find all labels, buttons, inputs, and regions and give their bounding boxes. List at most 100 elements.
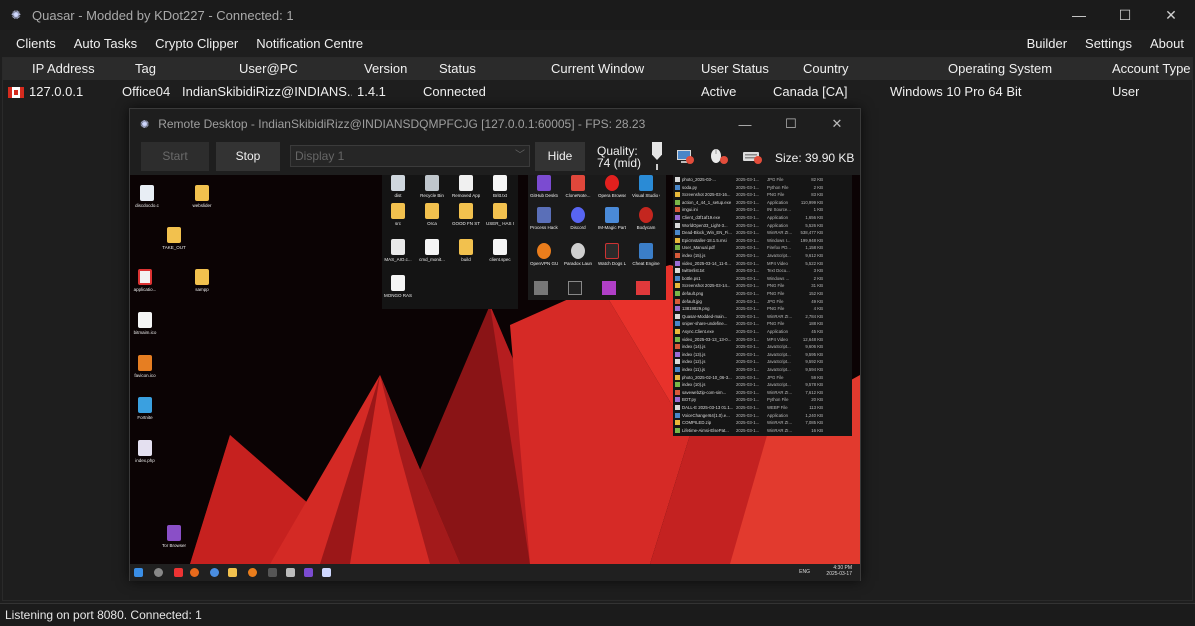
desktop-icon[interactable]: bitmaim.ico xyxy=(131,312,159,336)
quality-slider[interactable] xyxy=(650,142,662,172)
column-status[interactable]: Status xyxy=(439,58,476,80)
desktop-icon[interactable]: Watch Dogs Legion xyxy=(598,243,626,267)
rd-minimize-button[interactable]: — xyxy=(722,111,768,137)
desktop-icon[interactable]: dist xyxy=(384,175,412,199)
quasar-icon[interactable] xyxy=(322,568,331,577)
file-row[interactable]: Dead-Block_Win_EN_Fi... 2025-03-1... WinRA… xyxy=(675,229,850,236)
desktop-icon[interactable]: src xyxy=(384,203,412,227)
column-version[interactable]: Version xyxy=(364,58,407,80)
file-row[interactable]: soda.py 2025-03-1... Python File 2 KB xyxy=(675,184,850,191)
column-ip-address[interactable]: IP Address xyxy=(32,58,95,80)
desktop-icon[interactable]: OpenVPN GUI xyxy=(530,243,558,267)
file-row[interactable]: Async.Client.exe 2025-03-1... Application 4… xyxy=(675,328,850,335)
file-row[interactable]: index (10).js 2025-03-1... JavaScript... 9,… xyxy=(675,381,850,388)
desktop-icon[interactable]: TAKE_OUT xyxy=(160,227,188,251)
desktop-icon[interactable]: applicatio... xyxy=(131,269,159,293)
desktop-icon[interactable]: Cheat Engine xyxy=(632,243,660,267)
mouse-control-icon[interactable] xyxy=(672,144,696,168)
desktop-icon[interactable]: MAS_AIO.c... xyxy=(384,239,412,263)
file-row[interactable]: VoiceChanger64(1.0).e... 2025-03-1... Appl… xyxy=(675,412,850,419)
taskbar-clock[interactable]: 4:30 PM 2025-03-17 xyxy=(826,565,852,577)
rd-close-button[interactable]: ✕ xyxy=(814,111,860,137)
file-row[interactable]: video_2025-03-13_13-0... 2025-03-1... MP4 … xyxy=(675,336,850,343)
desktop-icon[interactable]: Britt.txt xyxy=(486,175,514,199)
desktop-icon[interactable]: Visual Studio Code xyxy=(632,175,660,199)
desktop-icon[interactable]: Process Hacker 2 xyxy=(530,207,558,231)
remote-screen[interactable]: discdocdo.c webslider TAKE_OUT applicati… xyxy=(130,175,860,581)
desktop-icon[interactable]: webslider xyxy=(188,185,216,209)
desktop-icon[interactable]: cmd_monit... xyxy=(418,239,446,263)
mouse-input-icon[interactable] xyxy=(706,144,730,168)
desktop-icon[interactable]: client.spec xyxy=(486,239,514,263)
file-row[interactable]: default.jpg 2025-03-1... JPG File 49 KB xyxy=(675,298,850,305)
file-row[interactable]: bottle.ps1 2025-03-1... Windows ... 2 KB xyxy=(675,275,850,282)
file-row[interactable]: index (11).js 2025-03-1... JavaScript... 9,… xyxy=(675,366,850,373)
menu-crypto-clipper[interactable]: Crypto Clipper xyxy=(146,32,247,56)
file-row[interactable]: COMPILED.zip 2025-03-1... WinRAR ZI... 7,08… xyxy=(675,419,850,426)
file-row[interactable]: WorldOpen33_Light-3... 2025-03-1... Applic… xyxy=(675,222,850,229)
file-row[interactable]: 13819829.png 2025-03-1... PNG File 4 KB xyxy=(675,305,850,312)
visual-studio-icon[interactable] xyxy=(304,568,313,577)
file-row[interactable]: sniper-share-undefine... 2025-03-1... PNG … xyxy=(675,320,850,327)
keyboard-input-icon[interactable] xyxy=(740,144,764,168)
desktop-icon[interactable]: IM-Magic Partition... xyxy=(598,207,626,231)
file-row[interactable]: Screenshot 2025-03-14... 2025-03-1... PNG … xyxy=(675,282,850,289)
app-icon[interactable] xyxy=(210,568,219,577)
desktop-icon[interactable]: build xyxy=(452,239,480,263)
file-row[interactable]: index (15).js 2025-03-1... JavaScript... 9,… xyxy=(675,252,850,259)
file-row[interactable]: imgui.ini 2025-03-1... INI Source... 1 KB xyxy=(675,206,850,213)
file-row[interactable]: Lifetime-Aimsi-ElsePat... 2025-03-1... Win… xyxy=(675,427,850,434)
app-icon[interactable] xyxy=(268,568,277,577)
file-row[interactable]: Quasar-Modded-main... 2025-03-1... WinRAR … xyxy=(675,313,850,320)
column-country[interactable]: Country xyxy=(803,58,849,80)
app-icon[interactable] xyxy=(174,568,183,577)
menu-auto-tasks[interactable]: Auto Tasks xyxy=(65,32,146,56)
file-row[interactable]: twitterlist.txt 2025-03-1... Text Docu... 3… xyxy=(675,267,850,274)
table-row[interactable]: 127.0.0.1 Office04 IndianSkibidiRizz@IND… xyxy=(3,82,1192,102)
rd-maximize-button[interactable]: ☐ xyxy=(768,111,814,137)
maximize-button[interactable]: ☐ xyxy=(1102,0,1148,30)
file-row[interactable]: photo_2025-03-... 2025-03-1... JPG File 82 … xyxy=(675,176,850,183)
file-row[interactable]: index (13).js 2025-03-1... JavaScript... 9,… xyxy=(675,351,850,358)
app-icon[interactable] xyxy=(248,568,257,577)
language-indicator[interactable]: ENG xyxy=(799,569,810,575)
desktop-icon[interactable]: Paradox Launcher v2 xyxy=(564,243,592,267)
desktop-icon[interactable]: index.php xyxy=(131,440,159,464)
desktop-icon[interactable]: CloneNote... xyxy=(564,175,592,199)
file-row[interactable]: video_2025-03-14_11-0... 2025-03-1... MP4 … xyxy=(675,260,850,267)
menu-builder[interactable]: Builder xyxy=(1018,32,1076,56)
file-row[interactable]: User_Manual.pdf 2025-03-1... Firefox PD...… xyxy=(675,244,850,251)
column-tag[interactable]: Tag xyxy=(135,58,156,80)
file-row[interactable]: action_4_44_1_setup.exe 2025-03-1... Appli… xyxy=(675,199,850,206)
desktop-icon[interactable]: sampp xyxy=(188,269,216,293)
desktop-icon[interactable]: Discord xyxy=(564,207,592,231)
desktop-icon[interactable]: USER_ HAS GOOD FN... xyxy=(486,203,514,227)
desktop-icon[interactable]: discdocdo.c xyxy=(133,185,161,209)
slider-thumb[interactable] xyxy=(652,142,662,160)
display-select[interactable]: Display 1 ﹀ xyxy=(290,145,530,167)
desktop-icon[interactable]: Fortnite xyxy=(131,397,159,421)
desktop-icon[interactable]: Bodycam xyxy=(632,207,660,231)
search-icon[interactable] xyxy=(154,568,163,577)
file-row[interactable]: index (14).js 2025-03-1... JavaScript... 9,… xyxy=(675,343,850,350)
file-row[interactable]: Client_d3f1af19.exe 2025-03-1... Applicati… xyxy=(675,214,850,221)
file-row[interactable]: default.png 2025-03-1... PNG File 152 KB xyxy=(675,290,850,297)
desktop-icon[interactable]: GOOD FN STEVE xyxy=(452,203,480,227)
desktop-icon[interactable]: Recycle Bin xyxy=(418,175,446,199)
column-user-pc[interactable]: User@PC xyxy=(239,58,298,80)
start-button[interactable]: Start xyxy=(141,142,209,171)
desktop-icon[interactable]: MONGO RASS.txt xyxy=(384,275,412,299)
file-row[interactable]: index (12).js 2025-03-1... JavaScript... 9,… xyxy=(675,358,850,365)
desktop-icon[interactable]: GitHub Desktop xyxy=(530,175,558,199)
firefox-icon[interactable] xyxy=(190,568,199,577)
desktop-icon[interactable]: Opera Browser xyxy=(598,175,626,199)
app-icon[interactable] xyxy=(286,568,295,577)
column-user-status[interactable]: User Status xyxy=(701,58,769,80)
desktop-icon[interactable]: Orca xyxy=(418,203,446,227)
file-explorer-icon[interactable] xyxy=(228,568,237,577)
menu-clients[interactable]: Clients xyxy=(7,32,65,56)
desktop-icon[interactable]: Removed Apps.html xyxy=(452,175,480,199)
menu-notification-centre[interactable]: Notification Centre xyxy=(247,32,372,56)
start-icon[interactable] xyxy=(134,568,143,577)
column-current-window[interactable]: Current Window xyxy=(551,58,644,80)
